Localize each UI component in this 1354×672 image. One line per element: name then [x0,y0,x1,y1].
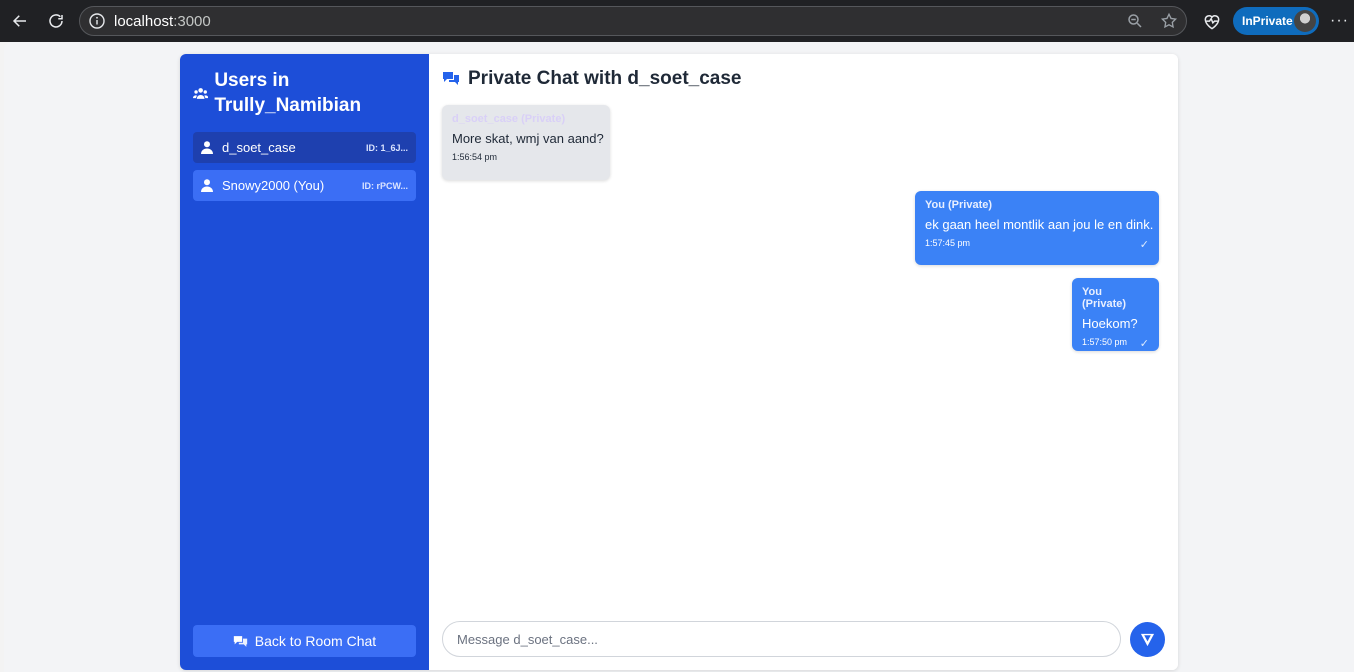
more-options-icon[interactable]: ··· [1330,12,1349,30]
message-time: 1:57:45 pm [925,238,971,248]
inprivate-profile-button[interactable]: InPrivate [1233,7,1319,35]
message-time: 1:57:50 pm [1082,337,1128,347]
sidebar-title: Users in Trully_Namibian [214,70,362,116]
user-name: d_soet_case [222,140,296,155]
users-group-icon [193,88,209,99]
browser-essentials-icon[interactable] [1202,12,1222,30]
message-text: More skat, wmj van aand? [452,131,604,146]
url-host: localhost [114,12,174,30]
message-sender: You (Private) [925,199,993,211]
back-to-room-label: Back to Room Chat [254,633,377,649]
refresh-icon[interactable] [42,7,70,35]
read-check-icon: ✓ [1139,338,1149,350]
sidebar-header: Users in Trully_Namibian [193,68,419,118]
message-input-placeholder: Message d_soet_case... [457,631,598,647]
chat-header: Private Chat with d_soet_case [442,68,742,90]
message-time: 1:56:54 pm [452,152,498,162]
address-bar[interactable]: localhost:3000 [79,6,1187,36]
message-text: Hoekom? [1082,316,1138,331]
send-icon [1140,633,1155,647]
user-item-d-soet-case[interactable]: d_soet_case ID: 1_6J... [193,132,416,163]
page-viewport: Users in Trully_Namibian d_soet_case ID:… [4,42,1354,672]
chat-app: Users in Trully_Namibian d_soet_case ID:… [180,54,1178,670]
chat-bubbles-icon [443,72,459,85]
message-incoming: d_soet_case (Private) More skat, wmj van… [442,105,610,180]
user-id: ID: rPCW... [361,180,408,191]
url-text: localhost:3000 [114,13,211,30]
chat-title: Private Chat with d_soet_case [468,68,742,89]
user-icon [201,179,213,192]
favorite-star-icon[interactable] [1160,12,1178,35]
url-port: :3000 [173,12,211,30]
zoom-icon[interactable] [1126,12,1144,35]
browser-toolbar: localhost:3000 InPrivate ··· [0,0,1354,42]
sidebar: Users in Trully_Namibian d_soet_case ID:… [180,54,429,670]
message-input[interactable]: Message d_soet_case... [442,621,1121,657]
message-outgoing: You (Private) ek gaan heel montlik aan j… [915,191,1159,265]
user-name: Snowy2000 (You) [222,178,325,193]
message-text: ek gaan heel montlik aan jou le en dink. [925,217,1154,232]
read-check-icon: ✓ [1139,239,1149,251]
user-id: ID: 1_6J... [365,142,408,153]
inprivate-label: InPrivate [1242,14,1293,28]
profile-avatar [1294,10,1316,32]
back-to-room-button[interactable]: Back to Room Chat [193,625,416,657]
user-list: d_soet_case ID: 1_6J... Snowy2000 (You) … [193,132,416,208]
chat-panel: Private Chat with d_soet_case d_soet_cas… [429,54,1178,670]
send-button[interactable] [1130,622,1165,657]
message-sender: You (Private) [1082,286,1127,310]
site-info-icon[interactable] [89,13,105,29]
chat-bubbles-icon [233,635,247,647]
message-outgoing: You (Private) Hoekom? 1:57:50 pm ✓ [1072,278,1159,351]
back-arrow-icon[interactable] [6,7,34,35]
user-item-snowy2000[interactable]: Snowy2000 (You) ID: rPCW... [193,170,416,201]
message-sender: d_soet_case (Private) [452,113,566,125]
user-icon [201,141,213,154]
